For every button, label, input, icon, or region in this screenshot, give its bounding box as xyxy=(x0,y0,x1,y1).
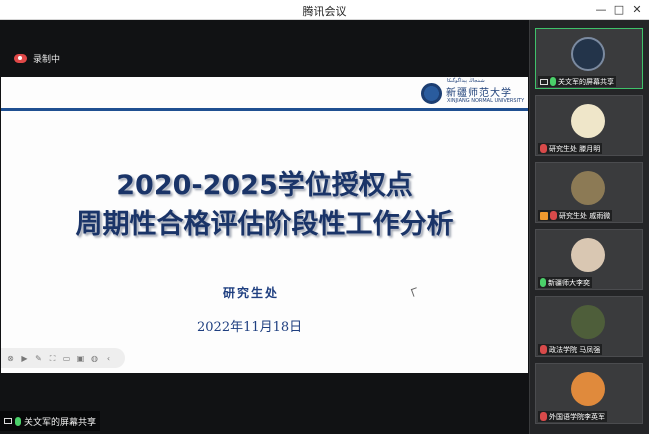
slide-header: شىنجاڭ پېداگوگىكا 新疆师范大学 XINJIANG NORMAL… xyxy=(1,77,528,111)
mic-muted-icon xyxy=(540,412,547,421)
record-icon xyxy=(14,53,27,63)
share-status-label: 关文军的屏幕共享 xyxy=(24,417,97,428)
participant-tile[interactable]: 研究生处 滕月明 xyxy=(535,95,643,156)
participant-name-tag: 研究生处 戚雨微 xyxy=(538,210,613,221)
university-emblem-icon xyxy=(421,83,442,104)
recording-label: 录制中 xyxy=(33,54,61,65)
record-icon[interactable]: ▭ xyxy=(61,353,72,364)
minimize-button[interactable]: — xyxy=(594,3,608,17)
slide-date: 2022年11月18日 xyxy=(197,320,303,335)
participant-name: 研究生处 滕月明 xyxy=(549,144,601,153)
collapse-icon[interactable]: ‹ xyxy=(103,353,114,364)
participant-name-tag: 外国语学院李英军 xyxy=(538,411,607,422)
participant-name: 政法学院 马凤强 xyxy=(549,345,601,354)
avatar xyxy=(571,104,605,138)
close-button[interactable]: ✕ xyxy=(630,3,644,17)
avatar xyxy=(571,37,605,71)
annotation-toolbar: ⊗ ▶ ✎ ⛶ ▭ ▣ ◍ ‹ xyxy=(1,348,125,368)
participant-tile[interactable]: 政法学院 马凤强 xyxy=(535,296,643,357)
presentation-slide: شىنجاڭ پېداگوگىكا 新疆师范大学 XINJIANG NORMAL… xyxy=(1,77,528,373)
mouse-cursor-icon xyxy=(410,287,420,297)
avatar xyxy=(571,305,605,339)
globe-icon[interactable]: ◍ xyxy=(89,353,100,364)
slide-title-line2: 周期性合格评估阶段性工作分析 xyxy=(75,209,454,240)
avatar xyxy=(571,171,605,205)
screen-share-icon xyxy=(540,78,548,85)
participant-tile[interactable]: 关文军的屏幕共享 xyxy=(535,28,643,89)
slide-title-line1: 2020-2025学位授权点 xyxy=(116,170,413,201)
mic-icon xyxy=(550,77,556,86)
participant-name: 研究生处 戚雨微 xyxy=(559,211,611,220)
share-status-bar: 关文军的屏幕共享 xyxy=(0,411,101,431)
mic-muted-icon xyxy=(540,144,547,153)
maximize-button[interactable]: □ xyxy=(612,3,626,17)
window-titlebar: 腾讯会议 — □ ✕ xyxy=(0,0,649,20)
mic-muted-icon xyxy=(550,211,557,220)
participant-name-tag: 政法学院 马凤强 xyxy=(538,344,603,355)
close-icon[interactable]: ⊗ xyxy=(5,353,16,364)
mic-muted-icon xyxy=(540,345,547,354)
participant-tile[interactable]: 外国语学院李英军 xyxy=(535,363,643,424)
participant-name-tag: 新疆师大李奕 xyxy=(538,277,592,288)
person-icon xyxy=(540,211,548,220)
avatar xyxy=(571,238,605,272)
participant-tile[interactable]: 新疆师大李奕 xyxy=(535,229,643,290)
participant-name: 外国语学院李英军 xyxy=(549,412,605,421)
participant-name: 新疆师大李奕 xyxy=(548,278,590,287)
university-name: 新疆师范大学 xyxy=(446,88,512,99)
header-divider xyxy=(1,108,528,111)
mic-icon xyxy=(15,416,21,426)
avatar xyxy=(571,372,605,406)
comment-icon[interactable]: ▣ xyxy=(75,353,86,364)
participant-name-tag: 关文军的屏幕共享 xyxy=(538,76,616,87)
mic-icon xyxy=(540,278,546,287)
participants-panel: 关文军的屏幕共享 研究生处 滕月明 研究生处 戚雨微 新疆师大李奕 政法学院 马… xyxy=(529,20,649,434)
university-english-name: XINJIANG NORMAL UNIVERSITY xyxy=(447,98,525,104)
screenshot-icon[interactable]: ⛶ xyxy=(47,353,58,364)
pen-icon[interactable]: ✎ xyxy=(33,353,44,364)
participant-name-tag: 研究生处 滕月明 xyxy=(538,143,603,154)
participant-name: 关文军的屏幕共享 xyxy=(558,77,614,86)
screen-share-icon xyxy=(4,418,12,424)
window-title: 腾讯会议 xyxy=(302,5,347,18)
play-icon[interactable]: ▶ xyxy=(19,353,30,364)
participant-tile[interactable]: 研究生处 戚雨微 xyxy=(535,162,643,223)
slide-department: 研究生处 xyxy=(223,286,280,300)
recording-indicator[interactable]: 录制中 xyxy=(14,51,60,65)
